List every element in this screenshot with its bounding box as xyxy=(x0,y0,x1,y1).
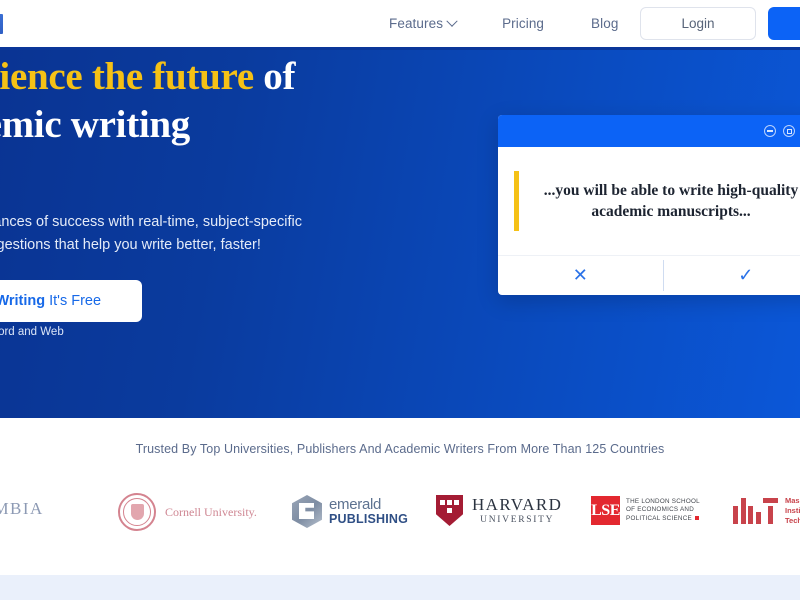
landing-page: Features Pricing Blog Login perience the… xyxy=(0,0,800,600)
accept-suggestion-button[interactable]: ✓ xyxy=(664,256,800,295)
checkmark-icon: ✓ xyxy=(738,265,754,285)
logo-lse-line3-wrap: POLITICAL SCIENCE xyxy=(626,515,700,523)
hero-section: perience the future of ademic writing ou… xyxy=(0,47,800,418)
partner-logos-row: OLUMBIA Cornell University. emerald PUBL… xyxy=(0,487,800,547)
lse-mark-icon: LSE xyxy=(591,496,620,525)
nav-item-pricing[interactable]: Pricing xyxy=(502,16,544,31)
suggestion-card-body: ...you will be able to write high-qualit… xyxy=(498,147,800,255)
logo-columbia-text: OLUMBIA xyxy=(0,499,44,518)
logo-harvard-text-top: HARVARD xyxy=(472,494,563,514)
logo-harvard: HARVARD UNIVERSITY xyxy=(436,495,562,526)
logo-columbia: OLUMBIA xyxy=(0,499,44,519)
logo-mit-line3: Techn xyxy=(785,515,800,525)
nav-item-features[interactable]: Features xyxy=(389,15,458,31)
nav-item-blog-label: Blog xyxy=(591,16,619,31)
lse-square-icon xyxy=(694,515,699,520)
harvard-shield-icon xyxy=(436,495,463,526)
suggestion-card: ...you will be able to write high-qualit… xyxy=(498,115,800,295)
logo-harvard-text-bottom: UNIVERSITY xyxy=(480,514,555,525)
logo-emerald-text-top: emerald xyxy=(329,496,382,514)
hero-start-writing-button[interactable]: rt WritingIt's Free xyxy=(0,280,142,322)
login-button[interactable]: Login xyxy=(640,7,756,40)
logo-cornell: Cornell University. xyxy=(118,493,257,531)
logo-lse-line2: OF ECONOMICS AND xyxy=(626,506,695,514)
emerald-hexagon-icon xyxy=(292,495,322,528)
hero-heading-rest: of xyxy=(253,55,296,98)
logo-cornell-text: Cornell University. xyxy=(165,504,257,519)
logo-lse-line3: POLITICAL SCIENCE xyxy=(626,514,692,522)
logo-mit-line1: Massa xyxy=(785,496,800,505)
suggestion-card-actions: ✕ ✓ xyxy=(498,255,800,295)
suggestion-quote-text: ...you will be able to write high-qualit… xyxy=(543,182,799,220)
logo-mit-line2: Institu xyxy=(785,505,800,515)
maximize-icon[interactable] xyxy=(783,125,795,137)
hero-heading-highlight: perience the future xyxy=(0,55,254,98)
nav-signup-button[interactable] xyxy=(768,7,800,40)
hero-cta-bold-text: rt Writing xyxy=(0,293,46,309)
cornell-seal-icon xyxy=(118,493,156,531)
brand-logo-icon[interactable] xyxy=(0,14,3,34)
nav-item-blog[interactable]: Blog xyxy=(591,16,618,31)
hero-heading-line2: ademic writing xyxy=(0,103,191,146)
hero-platform-note: on MS Word and Web xyxy=(0,326,64,338)
hero-subtitle-line1: our chances of success with real-time, s… xyxy=(0,214,302,230)
logo-lse: LSE THE LONDON SCHOOL OF ECONOMICS AND P… xyxy=(591,496,700,525)
minimize-icon[interactable] xyxy=(764,125,776,137)
mit-mark-icon xyxy=(733,497,778,524)
login-button-label: Login xyxy=(681,16,715,31)
chevron-down-icon xyxy=(446,15,458,27)
nav-links-group: Features Pricing Blog xyxy=(389,0,618,47)
logo-mit: Massa Institu Techn xyxy=(733,496,800,525)
suggestion-card-titlebar xyxy=(498,115,800,147)
logo-emerald-text-bottom: PUBLISHING xyxy=(329,511,409,526)
next-section-strip xyxy=(0,575,800,600)
trusted-by-headline: Trusted By Top Universities, Publishers … xyxy=(135,442,665,456)
hero-top-accent-line xyxy=(0,47,800,50)
nav-item-features-label: Features xyxy=(389,16,444,31)
hero-subtitle-line2: ge suggestions that help you write bette… xyxy=(0,237,261,253)
close-x-icon: ✕ xyxy=(572,265,588,285)
nav-item-pricing-label: Pricing xyxy=(502,16,545,31)
reject-suggestion-button[interactable]: ✕ xyxy=(498,256,663,295)
logo-lse-line1: THE LONDON SCHOOL xyxy=(626,498,700,506)
hero-subtitle: our chances of success with real-time, s… xyxy=(0,211,423,257)
hero-cta-rest-text: It's Free xyxy=(49,293,102,309)
hero-heading: perience the future of ademic writing xyxy=(0,53,464,149)
top-navigation-bar: Features Pricing Blog Login xyxy=(0,0,800,47)
quote-accent-bar xyxy=(514,171,519,231)
logo-emerald-publishing: emerald PUBLISHING xyxy=(292,495,408,528)
logo-lse-mark-text: LSE xyxy=(591,501,620,519)
